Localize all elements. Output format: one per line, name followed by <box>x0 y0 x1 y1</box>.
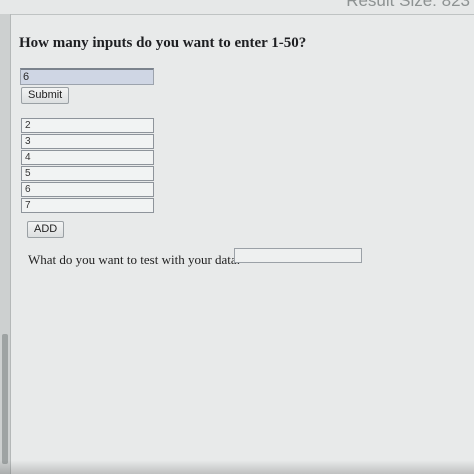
left-scrollbar[interactable] <box>0 14 11 474</box>
scrollbar-thumb[interactable] <box>2 334 8 464</box>
result-pane: How many inputs do you want to enter 1-5… <box>11 15 474 474</box>
inputs-list <box>21 118 156 214</box>
result-size-bar: Result Size: 823 <box>0 0 474 15</box>
input-field-1[interactable] <box>21 118 154 133</box>
input-field-4[interactable] <box>21 166 154 181</box>
result-size-text: Result Size: 823 <box>346 0 470 10</box>
input-field-2[interactable] <box>21 134 154 149</box>
inputs-question: How many inputs do you want to enter 1-5… <box>19 35 307 51</box>
input-field-6[interactable] <box>21 198 154 213</box>
bottom-shadow <box>0 460 474 474</box>
submit-button[interactable]: Submit <box>21 87 70 104</box>
input-field-5[interactable] <box>21 182 154 197</box>
input-field-3[interactable] <box>21 150 154 165</box>
test-input[interactable] <box>234 248 362 263</box>
browser-screen: Result Size: 823 How many inputs do you … <box>0 0 474 474</box>
test-label: What do you want to test with your data: <box>28 252 241 267</box>
add-button[interactable]: ADD <box>27 221 65 238</box>
input-count-field[interactable] <box>20 68 154 85</box>
